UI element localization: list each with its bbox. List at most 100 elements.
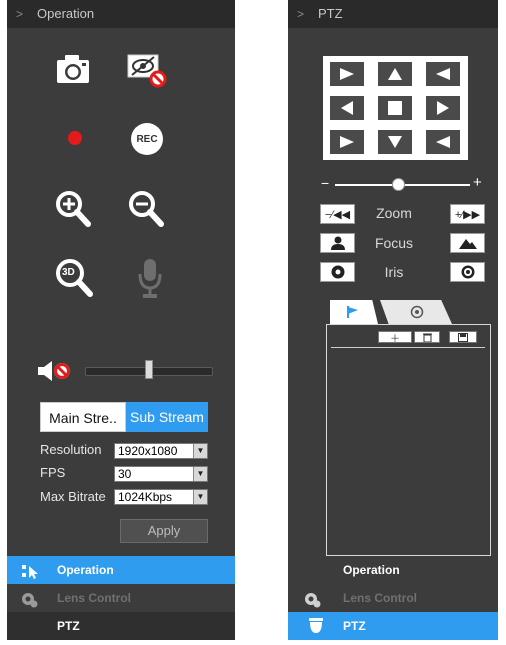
resolution-label: Resolution: [40, 442, 102, 457]
nav-lens-control-label: Lens Control: [343, 591, 417, 605]
arrow-up-right-icon: [436, 68, 450, 80]
rec-button-icon[interactable]: REC: [130, 122, 164, 156]
mountain-icon: [458, 239, 477, 249]
operation-header[interactable]: > Operation: [7, 0, 235, 28]
apply-button[interactable]: Apply: [120, 519, 208, 543]
speed-minus-label: −: [321, 175, 330, 191]
pan-up-left-button[interactable]: [330, 62, 364, 86]
pan-right-button[interactable]: [426, 96, 460, 120]
3d-label: 3D: [62, 267, 75, 278]
zoom-in-button[interactable]: +⁄▶▶: [450, 204, 485, 224]
focus-label: Focus: [374, 235, 414, 251]
zoom-out-icon[interactable]: [128, 190, 164, 228]
dropdown-arrow-icon: ▼: [193, 444, 207, 458]
pan-down-left-button[interactable]: [330, 130, 364, 154]
arrow-down-left-icon: [340, 136, 354, 148]
snapshot-camera-icon[interactable]: [55, 52, 91, 86]
lens-gear-icon: [304, 590, 322, 608]
arrow-down-right-icon: [436, 136, 450, 148]
zoom-label: Zoom: [376, 205, 412, 221]
arrow-right-icon: [437, 101, 449, 115]
nav-operation-label: Operation: [343, 563, 400, 577]
iris-close-button[interactable]: [320, 262, 355, 282]
cursor-select-icon: [21, 562, 39, 579]
main-stream-tab[interactable]: Main Stre..: [40, 402, 126, 432]
nav-operation[interactable]: Operation: [7, 556, 235, 584]
plus-icon: ＋: [390, 333, 400, 345]
add-preset-button[interactable]: ＋: [378, 331, 412, 345]
pan-down-right-button[interactable]: [426, 130, 460, 154]
chevron-right-icon: >: [16, 7, 24, 21]
save-preset-button[interactable]: [449, 331, 477, 343]
person-icon: [330, 236, 345, 250]
focus-near-button[interactable]: [320, 233, 355, 253]
speed-slider-handle[interactable]: [392, 178, 405, 191]
flag-icon: [347, 306, 358, 318]
max-bitrate-label: Max Bitrate: [40, 489, 106, 504]
zoom-in-icon[interactable]: [55, 190, 91, 228]
pan-left-button[interactable]: [330, 96, 364, 120]
iris-small-icon: [331, 265, 344, 279]
nav-ptz[interactable]: PTZ: [288, 612, 498, 640]
record-dot-icon[interactable]: [65, 128, 85, 148]
fps-value: 30: [118, 467, 132, 481]
3d-zoom-icon[interactable]: 3D: [55, 258, 93, 298]
stop-square-icon: [388, 101, 402, 115]
nav-lens-control[interactable]: Lens Control: [7, 584, 235, 612]
volume-slider-handle[interactable]: [145, 360, 153, 379]
max-bitrate-select[interactable]: 1024Kbps ▼: [114, 489, 208, 505]
tilt-up-button[interactable]: [378, 62, 412, 86]
delete-preset-button[interactable]: [414, 331, 440, 343]
speed-plus-label: +: [473, 174, 482, 191]
dome-camera-icon: [308, 617, 326, 633]
nav-operation[interactable]: Operation: [288, 556, 498, 584]
tab-cruise[interactable]: [380, 300, 452, 324]
iris-large-icon: [461, 265, 474, 279]
iris-open-button[interactable]: [450, 262, 485, 282]
ptz-stop-button[interactable]: [378, 96, 412, 120]
pan-up-right-button[interactable]: [426, 62, 460, 86]
save-disk-icon: [458, 332, 468, 342]
resolution-value: 1920x1080: [118, 444, 178, 458]
speaker-mute-icon[interactable]: [37, 360, 73, 382]
operation-header-title: Operation: [37, 6, 95, 21]
nav-ptz-label: PTZ: [343, 619, 366, 633]
nav-ptz-label: PTZ: [57, 619, 80, 633]
resolution-select[interactable]: 1920x1080 ▼: [114, 443, 208, 459]
zoom-wide-icon: −⁄◀◀: [324, 208, 351, 221]
max-bitrate-value: 1024Kbps: [118, 490, 173, 504]
nav-ptz[interactable]: PTZ: [7, 612, 235, 640]
lens-gear-icon: [21, 590, 39, 608]
ptz-header[interactable]: > PTZ: [288, 0, 498, 28]
rec-label: REC: [136, 133, 158, 145]
tab-preset[interactable]: [330, 300, 378, 324]
chevron-right-icon: >: [297, 7, 305, 21]
arrow-left-icon: [341, 101, 353, 115]
operation-panel: > Operation REC 3D Main Stre.. Sub Strea…: [7, 0, 235, 640]
arrow-up-left-icon: [340, 68, 354, 80]
arrow-up-icon: [388, 68, 402, 80]
arrow-down-icon: [388, 136, 402, 148]
sub-stream-tab[interactable]: Sub Stream: [126, 402, 208, 432]
fps-label: FPS: [40, 465, 66, 480]
ptz-header-title: PTZ: [318, 6, 343, 21]
nav-operation-label: Operation: [57, 563, 114, 577]
zoom-tele-icon: +⁄▶▶: [454, 208, 481, 221]
tilt-down-button[interactable]: [378, 130, 412, 154]
preset-list-divider: [331, 347, 485, 348]
trash-icon: [422, 333, 432, 342]
iris-label: Iris: [384, 264, 404, 280]
focus-far-button[interactable]: [450, 233, 485, 253]
nav-lens-control[interactable]: Lens Control: [288, 584, 498, 612]
microphone-icon[interactable]: [137, 257, 163, 301]
nav-lens-control-label: Lens Control: [57, 591, 131, 605]
zoom-out-button[interactable]: −⁄◀◀: [320, 204, 355, 224]
dropdown-arrow-icon: ▼: [193, 490, 207, 504]
dropdown-arrow-icon: ▼: [193, 467, 207, 481]
cruise-circle-icon: [410, 305, 424, 319]
ptz-direction-pad: [323, 56, 468, 160]
ptz-panel: > PTZ − + −⁄◀◀ Zoom +⁄▶▶ Focus Iris ＋ Op…: [288, 0, 498, 640]
privacy-mask-off-icon[interactable]: [125, 50, 171, 90]
fps-select[interactable]: 30 ▼: [114, 466, 208, 482]
preset-list[interactable]: [326, 324, 491, 556]
